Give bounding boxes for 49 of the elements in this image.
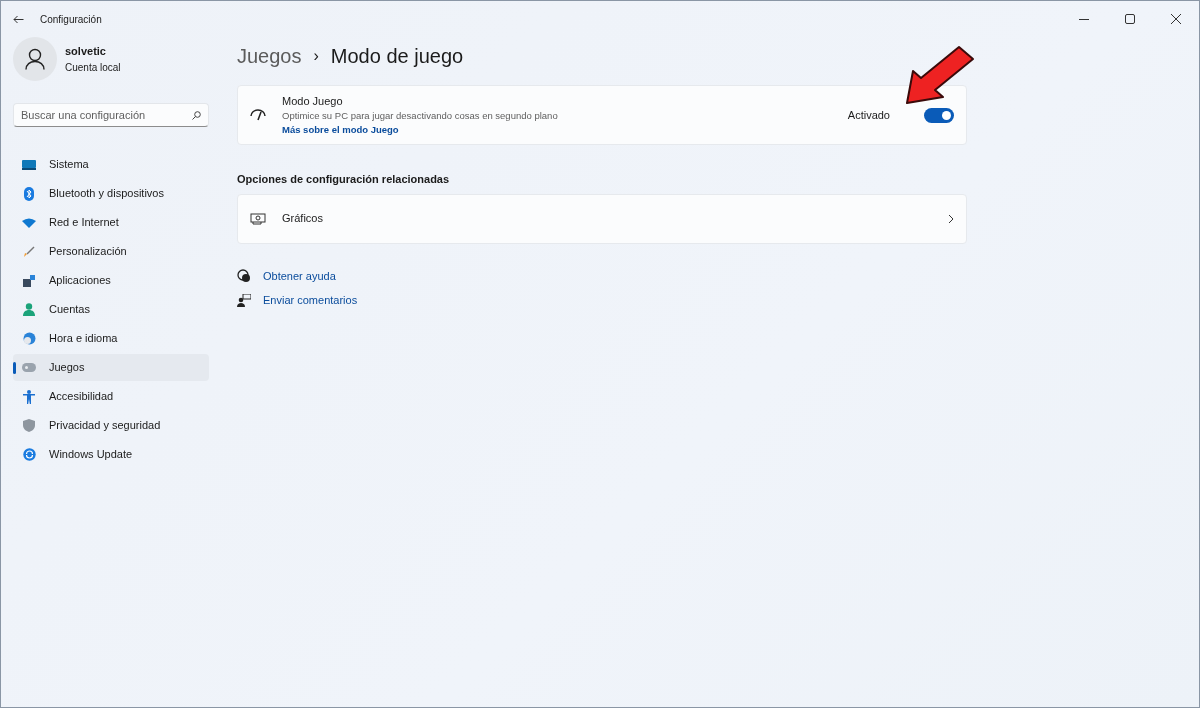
wifi-icon xyxy=(22,217,36,228)
sidebar-item[interactable]: Bluetooth y dispositivos xyxy=(13,180,209,207)
sidebar-item[interactable]: Sistema xyxy=(13,151,209,178)
person-icon xyxy=(23,303,35,316)
maximize-icon xyxy=(1125,14,1135,24)
account-type: Cuenta local xyxy=(65,60,121,75)
breadcrumb-separator: › xyxy=(313,46,319,66)
feedback-icon xyxy=(237,293,251,307)
help-link[interactable]: Enviar comentarios xyxy=(263,292,358,309)
breadcrumb-parent[interactable]: Juegos xyxy=(237,41,302,71)
setting-title: Modo Juego xyxy=(282,93,344,109)
search-icon xyxy=(192,111,201,120)
section-heading: Opciones de configuración relacionadas xyxy=(237,172,451,187)
sidebar-item[interactable]: Juegos xyxy=(13,354,209,381)
shield-icon xyxy=(23,419,35,432)
sidebar-item[interactable]: Hora e idioma xyxy=(13,325,209,352)
help-icon xyxy=(237,269,251,283)
learn-more-link[interactable]: Más sobre el modo Juego xyxy=(282,123,558,138)
close-icon xyxy=(1171,14,1181,24)
help-link[interactable]: Obtener ayuda xyxy=(263,267,336,284)
page-title: Modo de juego xyxy=(330,44,464,69)
toggle-state-label: Activado xyxy=(847,107,890,123)
monitor-icon xyxy=(22,159,36,170)
bluetooth-icon xyxy=(24,186,34,201)
sync-icon xyxy=(22,448,36,461)
back-arrow-icon[interactable] xyxy=(13,14,24,24)
window-title: Configuración xyxy=(40,12,102,27)
brush-icon xyxy=(23,245,35,258)
accessibility-icon xyxy=(23,389,35,404)
apps-icon xyxy=(23,274,35,287)
person-icon xyxy=(25,48,45,70)
chevron-right-icon xyxy=(948,213,954,224)
search-field[interactable]: Buscar una configuración xyxy=(13,103,209,127)
sidebar-item[interactable]: Windows Update xyxy=(13,441,209,468)
setting-description: Optimice su PC para jugar desactivando cosas en segundo plano xyxy=(282,109,558,123)
sidebar-item[interactable]: Accesibilidad xyxy=(13,383,209,410)
graphics-card-icon xyxy=(250,212,266,225)
gauge-icon xyxy=(250,109,266,121)
minimize-icon xyxy=(1079,18,1089,20)
sidebar-item[interactable]: Cuentas xyxy=(13,296,209,323)
toggle-switch[interactable] xyxy=(924,107,954,123)
account-name: solvetic xyxy=(65,44,107,60)
selection-indicator xyxy=(13,362,16,374)
sidebar-item[interactable]: Aplicaciones xyxy=(13,267,209,294)
related-setting-row[interactable]: Gráficos xyxy=(237,193,967,244)
row-label: Gráficos xyxy=(282,211,323,227)
sidebar-item[interactable]: Personalización xyxy=(13,238,209,265)
sidebar-item[interactable]: Privacidad y seguridad xyxy=(13,412,209,439)
sidebar-item[interactable]: Red e Internet xyxy=(13,209,209,236)
